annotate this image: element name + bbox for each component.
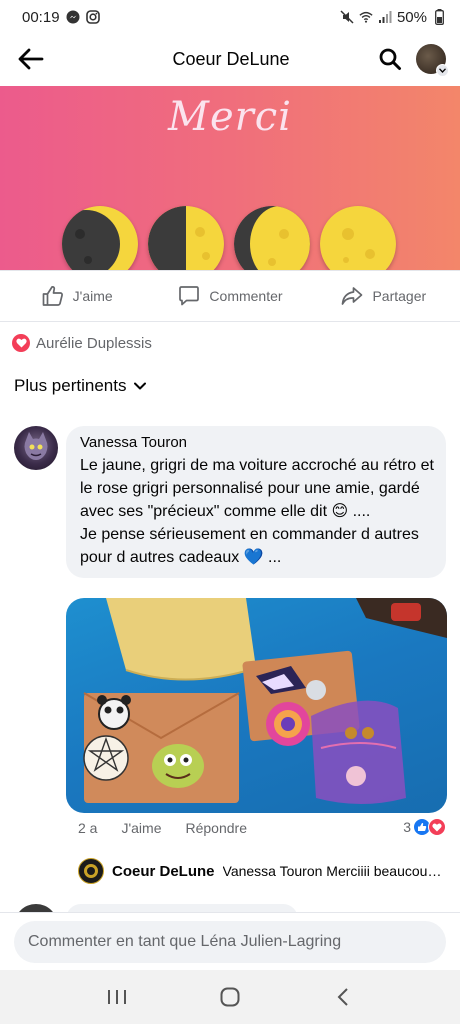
like-label: J'aime (72, 288, 113, 304)
status-bar: 00:19 50% (0, 0, 460, 34)
like-button[interactable]: J'aime (0, 284, 153, 308)
instagram-icon (85, 10, 100, 24)
search-button[interactable] (376, 45, 404, 73)
chevron-down-icon (134, 382, 147, 390)
home-button[interactable] (210, 977, 250, 1017)
comment-photo[interactable] (66, 598, 447, 813)
system-navigation-bar (0, 970, 460, 1024)
comment-input[interactable]: Commenter en tant que Léna Julien-Lagrin… (14, 921, 446, 963)
battery-percent: 50% (396, 8, 427, 26)
comment-composer-bar: Commenter en tant que Léna Julien-Lagrin… (0, 912, 460, 970)
comment-reply-button[interactable]: Répondre (186, 820, 248, 836)
reply-preview[interactable]: Coeur DeLune Vanessa Touron Merciiii bea… (78, 858, 448, 884)
love-reaction-icon (12, 334, 30, 352)
commenter-avatar[interactable] (14, 426, 58, 470)
reply-text: Vanessa Touron Merciiii beaucoup pour ce… (222, 863, 448, 879)
post-actions-bar: J'aime Commenter Partager (0, 270, 460, 322)
share-button[interactable]: Partager (307, 284, 460, 308)
recent-apps-icon (107, 990, 126, 1004)
search-icon (379, 48, 401, 70)
thumbs-up-icon (42, 286, 63, 306)
comment-icon (179, 286, 200, 306)
reactor-name: Aurélie Duplessis (36, 334, 152, 352)
comment-button[interactable]: Commenter (153, 284, 306, 308)
comment-label: Commenter (209, 288, 283, 304)
page-avatar (78, 858, 104, 884)
banner-text: Merci (168, 94, 292, 140)
moon-full (320, 206, 396, 270)
reaction-count: 3 (403, 819, 411, 835)
comment-text: Le jaune, grigri de ma voiture accroché … (80, 457, 434, 566)
share-icon (342, 287, 363, 305)
chevron-down-icon (436, 64, 449, 77)
arrow-left-icon (18, 48, 44, 70)
wifi-icon (359, 10, 373, 24)
moon-waxing-gibbous (234, 206, 310, 270)
moon-waxing-crescent (62, 206, 138, 270)
sort-label: Plus pertinents (14, 376, 127, 395)
comment-like-button[interactable]: J'aime (121, 820, 161, 836)
comment-reactions[interactable]: 3 (403, 818, 446, 836)
reply-author: Coeur DeLune (112, 862, 215, 880)
comment-author[interactable]: Vanessa Touron (80, 434, 434, 451)
recent-apps-button[interactable] (97, 977, 137, 1017)
battery-icon (432, 9, 446, 25)
post-reactions[interactable]: Aurélie Duplessis (12, 334, 152, 352)
post-image[interactable]: Merci (0, 86, 460, 270)
love-reaction-icon (428, 818, 446, 836)
home-icon (220, 987, 240, 1007)
comment-meta: 2 a J'aime Répondre (78, 820, 247, 836)
system-back-button[interactable] (323, 977, 363, 1017)
messenger-icon (66, 10, 80, 24)
mute-icon (340, 10, 354, 24)
back-button[interactable] (18, 43, 50, 75)
moon-first-quarter (148, 206, 224, 270)
status-time: 00:19 (22, 8, 60, 26)
comment-bubble[interactable]: Vanessa Touron Le jaune, grigri de ma vo… (66, 426, 446, 578)
comment-sort-dropdown[interactable]: Plus pertinents (14, 376, 147, 396)
share-label: Partager (372, 288, 427, 304)
profile-avatar-button[interactable] (416, 44, 449, 77)
chevron-left-icon (337, 988, 349, 1006)
app-header: Coeur DeLune (0, 36, 460, 82)
page-title: Coeur DeLune (172, 48, 290, 69)
signal-icon (378, 10, 392, 24)
comment-age[interactable]: 2 a (78, 820, 97, 836)
